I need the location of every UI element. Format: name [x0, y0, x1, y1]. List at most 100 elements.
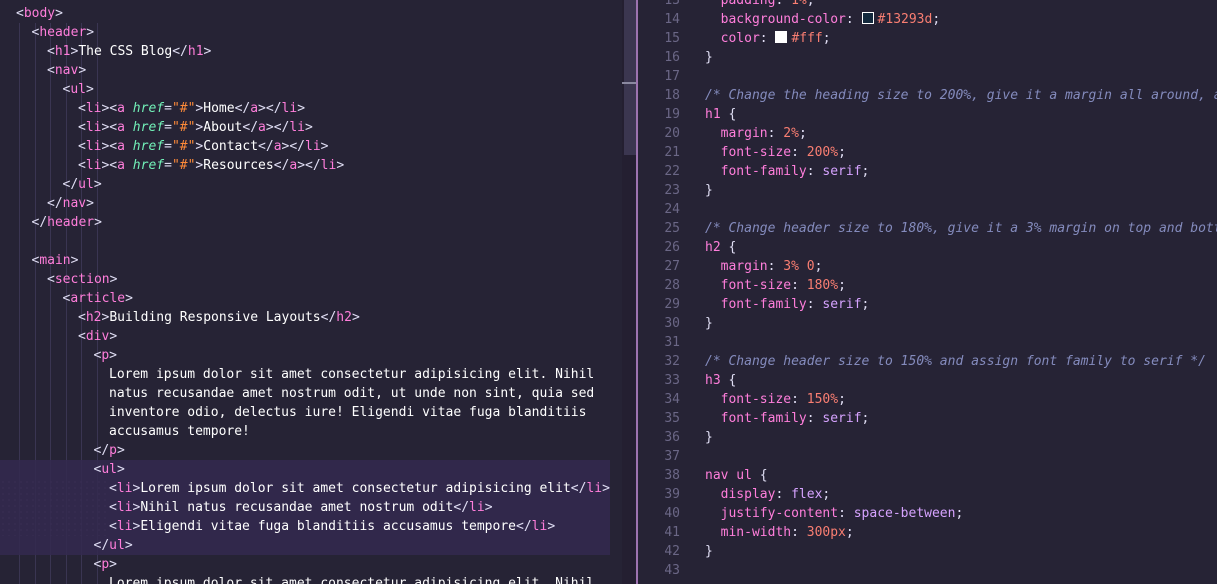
- html-code-line[interactable]: <ul>: [16, 460, 622, 479]
- color-swatch-icon[interactable]: [775, 31, 788, 43]
- html-code-line[interactable]: <section>: [16, 270, 622, 289]
- html-code-line[interactable]: Lorem ipsum dolor sit amet consectetur a…: [16, 365, 622, 384]
- code-token: >: [602, 481, 610, 496]
- css-code-line[interactable]: display: flex;: [705, 485, 831, 504]
- html-code-line[interactable]: <body>: [16, 4, 622, 23]
- code-token: href: [132, 139, 165, 154]
- html-code-line[interactable]: <li>Lorem ipsum dolor sit amet consectet…: [16, 479, 622, 498]
- scrollbar-thumb[interactable]: [624, 0, 636, 155]
- html-code-line[interactable]: [16, 232, 622, 251]
- code-token: :: [806, 164, 823, 179]
- code-token: ><: [101, 101, 118, 116]
- html-editor-scrollbar[interactable]: [622, 0, 636, 584]
- css-code-line[interactable]: }: [705, 542, 713, 561]
- code-token: inventore odio, delectus iure! Eligendi …: [109, 405, 587, 420]
- html-code-line[interactable]: </ul>: [16, 175, 622, 194]
- line-number: 29: [664, 297, 680, 312]
- html-code-line[interactable]: </nav>: [16, 194, 622, 213]
- html-code-line[interactable]: <div>: [16, 327, 622, 346]
- css-code-line[interactable]: font-size: 180%;: [705, 276, 846, 295]
- code-token: li: [85, 101, 102, 116]
- css-code-line[interactable]: /* Change the heading size to 200%, give…: [705, 86, 1217, 105]
- code-token: ;: [955, 506, 964, 521]
- html-code-line[interactable]: <li>Eligendi vitae fuga blanditiis accus…: [16, 517, 622, 536]
- css-code-line[interactable]: }: [705, 428, 713, 447]
- code-token: li: [85, 139, 102, 154]
- css-code-line[interactable]: }: [705, 48, 713, 67]
- html-code-line[interactable]: natus recusandae amet nostrum odit, ut u…: [16, 384, 622, 403]
- line-number: 16: [664, 50, 680, 65]
- code-token: </: [93, 538, 110, 553]
- html-code-line[interactable]: <li><a href="#">Resources</a></li>: [16, 156, 622, 175]
- code-token: }: [705, 183, 713, 198]
- html-code-line[interactable]: inventore odio, delectus iure! Eligendi …: [16, 403, 622, 422]
- html-code-line[interactable]: <h1>The CSS Blog</h1>: [16, 42, 622, 61]
- html-code-line[interactable]: <p>: [16, 346, 622, 365]
- css-code-line[interactable]: color: #fff;: [705, 29, 831, 48]
- css-code-line[interactable]: }: [705, 181, 713, 200]
- html-code-line[interactable]: <p>: [16, 555, 622, 574]
- html-code-line[interactable]: <li>Nihil natus recusandae amet nostrum …: [16, 498, 622, 517]
- css-code-line[interactable]: padding: 1%;: [705, 0, 815, 10]
- code-token: >: [86, 25, 95, 40]
- color-swatch-icon[interactable]: [861, 12, 874, 24]
- code-token: Resources: [203, 158, 274, 173]
- line-number: 40: [664, 506, 680, 521]
- css-code-line[interactable]: h1 {: [705, 105, 736, 124]
- line-number: 28: [664, 278, 680, 293]
- html-code-line[interactable]: </p>: [16, 441, 622, 460]
- css-code-line[interactable]: margin: 3% 0;: [705, 257, 823, 276]
- html-code-line[interactable]: <article>: [16, 289, 622, 308]
- css-code-line[interactable]: font-family: serif;: [705, 295, 870, 314]
- html-code-line[interactable]: <header>: [16, 23, 622, 42]
- html-code-line[interactable]: <li><a href="#">About</a></li>: [16, 118, 622, 137]
- html-code-line[interactable]: <li><a href="#">Home</a></li>: [16, 99, 622, 118]
- line-number: 36: [664, 430, 680, 445]
- code-token: section: [54, 272, 110, 287]
- css-code-line[interactable]: justify-content: space-between;: [705, 504, 964, 523]
- code-token: {: [751, 468, 768, 483]
- code-token: nav: [54, 63, 79, 78]
- code-token: h1: [187, 44, 204, 59]
- css-code-line[interactable]: }: [705, 314, 713, 333]
- code-token: >: [109, 348, 117, 363]
- css-code-line[interactable]: font-family: serif;: [705, 162, 870, 181]
- css-editor-pane[interactable]: 13 padding: 1%; 14 background-color: #132…: [640, 0, 1217, 584]
- css-code-line[interactable]: margin: 2%;: [705, 124, 807, 143]
- code-token: :: [806, 411, 823, 426]
- css-code-line[interactable]: font-size: 150%;: [705, 390, 846, 409]
- code-token: :: [791, 392, 807, 407]
- code-token: <: [78, 139, 86, 154]
- code-token: 150%: [806, 392, 839, 407]
- css-code-line[interactable]: min-width: 300px;: [705, 523, 854, 542]
- code-token: ;: [932, 12, 941, 27]
- editor-split-divider[interactable]: [636, 0, 638, 584]
- code-token: font-family: [705, 411, 807, 426]
- html-code-line[interactable]: <main>: [16, 251, 622, 270]
- code-token: >: [351, 310, 360, 325]
- html-code-line[interactable]: <nav>: [16, 61, 622, 80]
- css-code-line[interactable]: font-family: serif;: [705, 409, 870, 428]
- code-token: ;: [861, 297, 870, 312]
- code-token: }: [705, 430, 713, 445]
- code-token: 300px: [806, 525, 846, 540]
- html-code-line[interactable]: </ul>: [16, 536, 622, 555]
- html-code-line[interactable]: accusamus tempore!: [16, 422, 622, 441]
- code-token: >: [116, 462, 125, 477]
- css-code-line[interactable]: /* Change header size to 180%, give it a…: [705, 219, 1217, 238]
- code-token: :: [806, 297, 823, 312]
- css-code-line[interactable]: h2 {: [705, 238, 736, 257]
- html-code-line[interactable]: <li><a href="#">Contact</a></li>: [16, 137, 622, 156]
- css-code-line[interactable]: font-size: 200%;: [705, 143, 846, 162]
- css-code-line[interactable]: h3 {: [705, 371, 736, 390]
- css-code-line[interactable]: /* Change header size to 150% and assign…: [705, 352, 1206, 371]
- line-number: 13: [664, 0, 680, 8]
- css-code-line[interactable]: background-color: #13293d;: [705, 10, 940, 29]
- html-code-line[interactable]: </header>: [16, 213, 622, 232]
- html-code-line[interactable]: <h2>Building Responsive Layouts</h2>: [16, 308, 622, 327]
- html-code-line[interactable]: <ul>: [16, 80, 622, 99]
- html-editor-pane[interactable]: <body> <header> <h1>The CSS Blog</h1> <nav>…: [0, 0, 622, 584]
- html-code-line[interactable]: Lorem ipsum dolor sit amet consectetur a…: [16, 574, 622, 584]
- code-token: ></: [281, 139, 306, 154]
- css-code-line[interactable]: nav ul {: [705, 466, 768, 485]
